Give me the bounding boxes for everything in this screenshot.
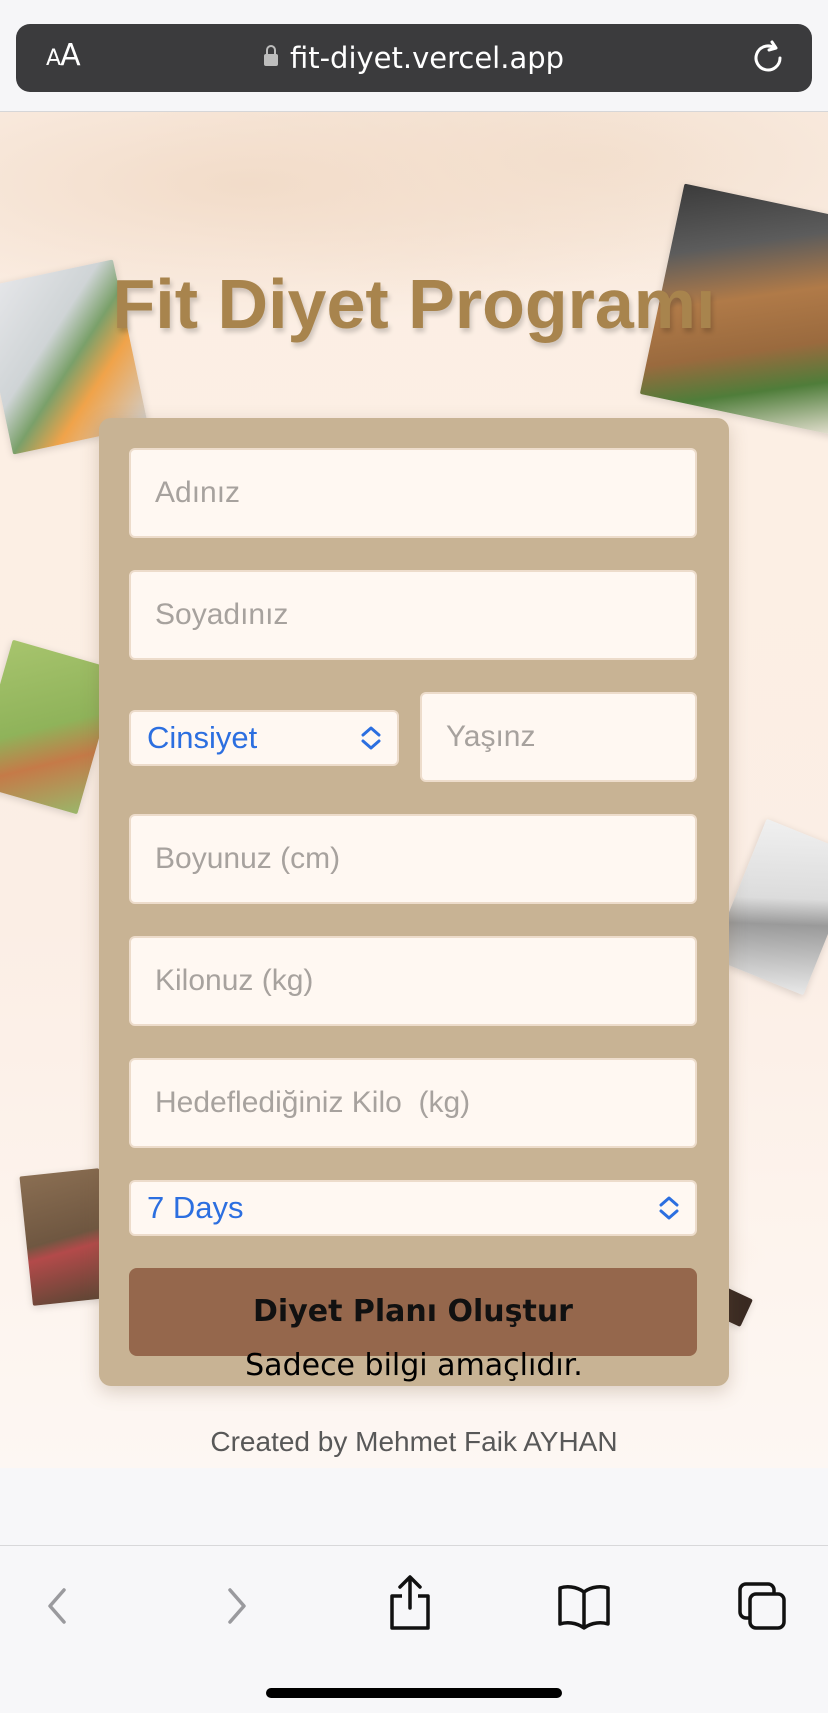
- share-icon[interactable]: [380, 1572, 440, 1632]
- target-weight-input[interactable]: [129, 1058, 697, 1148]
- height-input[interactable]: [129, 814, 697, 904]
- browser-toolbar: [0, 1545, 828, 1713]
- create-plan-button[interactable]: Diyet Planı Oluştur: [129, 1268, 697, 1356]
- back-icon[interactable]: [28, 1576, 88, 1636]
- diet-form: Cinsiyet 7 Days Diyet Planı Oluştur: [99, 418, 729, 1386]
- home-indicator: [266, 1688, 562, 1698]
- address-bar[interactable]: AA fit-diyet.vercel.app: [16, 24, 812, 92]
- page-content: Fit Diyet Programı Cinsiyet 7 Days Diyet…: [0, 112, 828, 1468]
- lock-icon: [263, 45, 278, 66]
- gender-select-value: Cinsiyet: [147, 720, 258, 755]
- duration-select[interactable]: 7 Days: [129, 1180, 697, 1236]
- name-input[interactable]: [129, 448, 697, 538]
- gender-select[interactable]: Cinsiyet: [129, 710, 399, 766]
- disclaimer-text: Sadece bilgi amaçlıdır.: [245, 1348, 583, 1383]
- weight-input[interactable]: [129, 936, 697, 1026]
- select-chevron-icon: [659, 1196, 679, 1220]
- select-chevron-icon: [361, 726, 381, 750]
- url-text: fit-diyet.vercel.app: [289, 41, 565, 75]
- bookmarks-icon[interactable]: [554, 1576, 614, 1636]
- tabs-icon[interactable]: [732, 1576, 792, 1636]
- reload-icon[interactable]: [750, 40, 786, 76]
- page-title: Fit Diyet Programı: [112, 265, 716, 343]
- browser-top-bar: AA fit-diyet.vercel.app: [0, 0, 828, 112]
- age-input[interactable]: [420, 692, 697, 782]
- forward-icon[interactable]: [206, 1576, 266, 1636]
- duration-select-value: 7 Days: [147, 1190, 244, 1225]
- url-display[interactable]: fit-diyet.vercel.app: [16, 41, 812, 75]
- surname-input[interactable]: [129, 570, 697, 660]
- credit-text: Created by Mehmet Faik AYHAN: [210, 1426, 618, 1457]
